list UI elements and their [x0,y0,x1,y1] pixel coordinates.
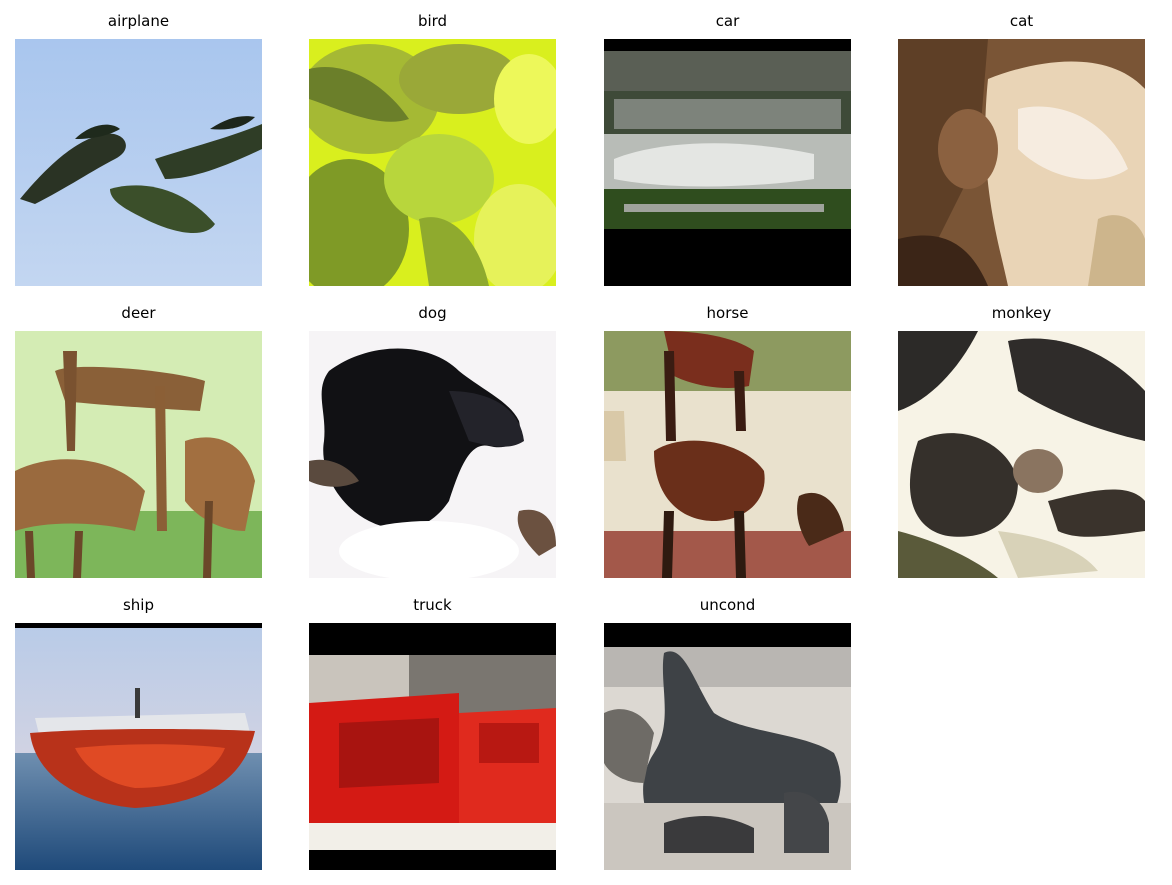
generated-image-truck [309,623,556,870]
generated-image-dog [309,331,556,578]
generated-image-bird [309,39,556,286]
generated-image-uncond [604,623,851,870]
generated-image-monkey [898,331,1145,578]
generated-image-horse [604,331,851,578]
panel-title: bird [417,12,448,30]
panel-title: truck [413,596,452,614]
generated-image-deer [15,331,262,578]
panel-title: monkey [991,304,1052,322]
generated-image-ship [15,623,262,870]
panel-title: car [715,12,740,30]
generated-image-car [604,39,851,286]
generated-image-cat [898,39,1145,286]
panel-title: cat [1009,12,1034,30]
panel-title: horse [706,304,749,322]
panel-title: ship [122,596,154,614]
panel-title: dog [418,304,447,322]
panel-title: deer [121,304,156,322]
panel-title: uncond [699,596,756,614]
panel-title: airplane [107,12,170,30]
generated-image-airplane [15,39,262,286]
